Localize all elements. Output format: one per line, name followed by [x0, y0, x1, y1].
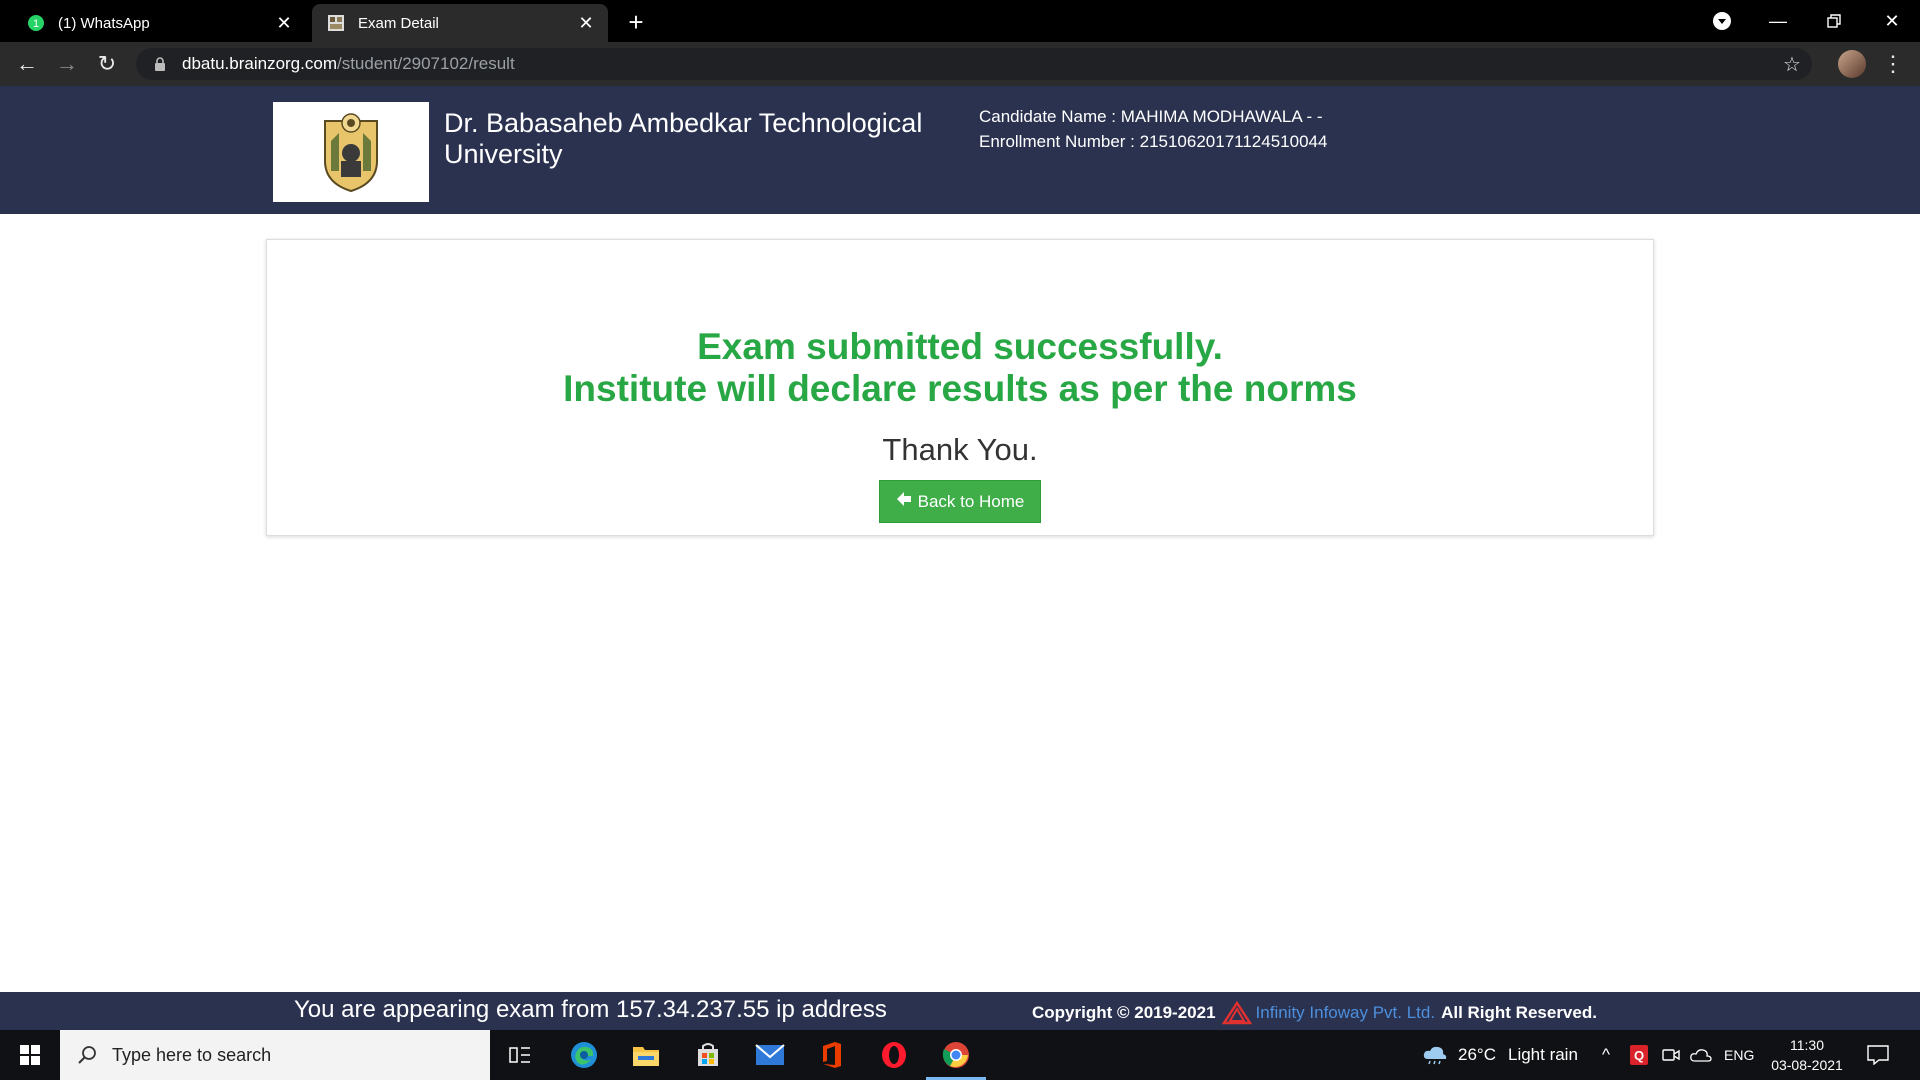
- onedrive-cloud-icon[interactable]: [1690, 1030, 1712, 1080]
- close-tab-icon[interactable]: ✕: [274, 13, 294, 33]
- svg-text:1: 1: [33, 18, 39, 30]
- profile-avatar[interactable]: [1838, 50, 1866, 78]
- office-icon[interactable]: [802, 1030, 862, 1080]
- meet-now-icon[interactable]: [1662, 1030, 1680, 1080]
- back-to-home-button[interactable]: Back to Home: [879, 480, 1041, 523]
- enrollment-number: Enrollment Number : 21510620171124510044: [979, 132, 1328, 151]
- forward-arrow-icon[interactable]: →: [52, 49, 82, 79]
- success-message-line2: Institute will declare results as per th…: [563, 368, 1357, 409]
- candidate-info: Candidate Name : MAHIMA MODHAWALA - - En…: [979, 104, 1327, 154]
- minimize-icon[interactable]: —: [1750, 0, 1806, 42]
- mail-icon[interactable]: [740, 1030, 800, 1080]
- back-arrow-icon[interactable]: ←: [12, 49, 42, 79]
- menu-kebab-icon[interactable]: ⋮: [1878, 49, 1908, 79]
- university-favicon-icon: [326, 13, 346, 33]
- whatsapp-icon: 1: [26, 13, 46, 33]
- close-tab-icon[interactable]: ✕: [576, 13, 596, 33]
- chrome-browser-icon[interactable]: [926, 1030, 986, 1080]
- system-clock[interactable]: 11:30 03-08-2021: [1762, 1035, 1852, 1075]
- site-footer: You are appearing exam from 157.34.237.5…: [0, 992, 1920, 1030]
- svg-text:Q: Q: [1634, 1048, 1644, 1063]
- windows-start-icon[interactable]: [0, 1030, 60, 1080]
- taskbar-search-input[interactable]: Type here to search: [60, 1030, 490, 1080]
- candidate-name: Candidate Name : MAHIMA MODHAWALA - -: [979, 107, 1323, 126]
- search-placeholder: Type here to search: [112, 1044, 272, 1065]
- close-window-icon[interactable]: ✕: [1864, 0, 1920, 42]
- copyright-notice: Copyright © 2019-2021 Infinity Infoway P…: [1032, 1001, 1597, 1025]
- search-icon: [76, 1044, 98, 1066]
- microsoft-store-icon[interactable]: [678, 1030, 738, 1080]
- university-name: Dr. Babasaheb Ambedkar Technological Uni…: [444, 108, 923, 169]
- site-header: Dr. Babasaheb Ambedkar Technological Uni…: [0, 86, 1920, 214]
- arrow-left-icon: [896, 491, 912, 512]
- address-toolbar: ← → ↻ dbatu.brainzorg.com/student/290710…: [0, 42, 1920, 86]
- success-message-line1: Exam submitted successfully.: [697, 326, 1223, 367]
- university-emblem-icon: [324, 113, 378, 193]
- back-to-home-label: Back to Home: [917, 491, 1025, 511]
- university-logo: [273, 102, 429, 202]
- input-language[interactable]: ENG: [1724, 1030, 1754, 1080]
- success-message: Exam submitted successfully. Institute w…: [267, 326, 1653, 410]
- company-link[interactable]: Infinity Infoway Pvt. Ltd.: [1256, 1003, 1436, 1023]
- windows-taskbar: Type here to search 26°C Light rain ^ Q: [0, 1030, 1920, 1080]
- weather-widget[interactable]: 26°C Light rain: [1422, 1030, 1578, 1080]
- show-hidden-icons-chevron-icon[interactable]: ^: [1602, 1030, 1610, 1080]
- lock-icon[interactable]: [150, 54, 170, 74]
- tab-title: (1) WhatsApp: [58, 14, 150, 32]
- task-view-icon[interactable]: [490, 1030, 550, 1080]
- reload-icon[interactable]: ↻: [92, 49, 122, 79]
- url-host: dbatu.brainzorg.com: [182, 54, 337, 73]
- weather-description: Light rain: [1507, 1045, 1578, 1064]
- ip-address-notice: You are appearing exam from 157.34.237.5…: [294, 996, 887, 1023]
- tab-exam-detail[interactable]: Exam Detail ✕: [312, 4, 608, 42]
- company-logo-icon: [1221, 1001, 1252, 1025]
- weather-temperature: 26°C: [1458, 1045, 1496, 1064]
- restore-icon[interactable]: [1806, 0, 1862, 42]
- result-card: Exam submitted successfully. Institute w…: [266, 239, 1654, 536]
- copyright-text: Copyright © 2019-2021: [1032, 1003, 1216, 1022]
- thank-you-text: Thank You.: [882, 432, 1038, 467]
- url-path: /student/2907102/result: [336, 54, 515, 73]
- url-bar[interactable]: dbatu.brainzorg.com/student/2907102/resu…: [136, 48, 1812, 80]
- notification-center-icon[interactable]: [1862, 1040, 1894, 1070]
- clock-time: 11:30: [1790, 1037, 1824, 1053]
- opera-browser-icon[interactable]: [864, 1030, 924, 1080]
- rights-text: All Right Reserved.: [1441, 1003, 1597, 1022]
- browser-tab-strip: 1 (1) WhatsApp ✕ Exam Detail ✕ + — ✕: [0, 0, 1920, 42]
- edge-browser-icon[interactable]: [554, 1030, 614, 1080]
- new-tab-icon[interactable]: +: [622, 7, 650, 37]
- clock-date: 03-08-2021: [1771, 1057, 1843, 1073]
- bookmark-star-icon[interactable]: ☆: [1780, 52, 1804, 76]
- profile-download-icon[interactable]: [1694, 0, 1750, 42]
- quick-heal-icon[interactable]: Q: [1630, 1030, 1648, 1080]
- tab-whatsapp[interactable]: 1 (1) WhatsApp ✕: [12, 4, 306, 42]
- tab-title: Exam Detail: [358, 14, 439, 32]
- file-explorer-icon[interactable]: [616, 1030, 676, 1080]
- rain-cloud-icon: [1422, 1045, 1448, 1065]
